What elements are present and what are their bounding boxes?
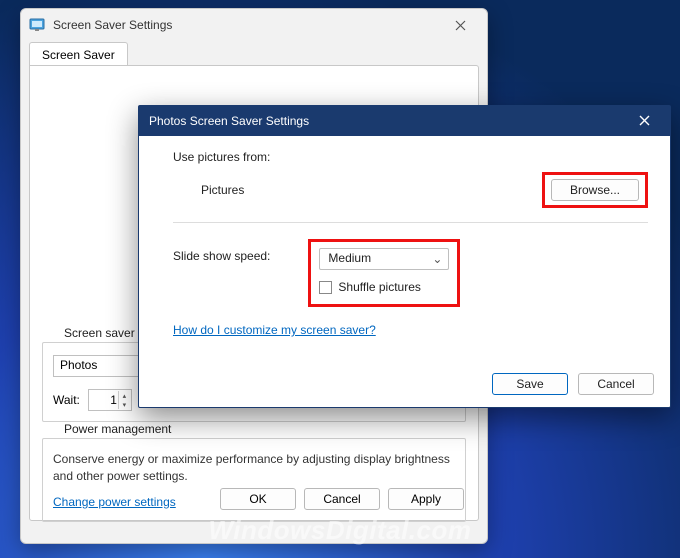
screensaver-select-value: Photos — [60, 358, 97, 372]
spinner-arrows[interactable]: ▴ ▾ — [118, 391, 130, 409]
cancel-button[interactable]: Cancel — [304, 488, 380, 510]
wait-spinner[interactable]: 1 ▴ ▾ — [88, 389, 132, 411]
slideshow-speed-label: Slide show speed: — [173, 239, 270, 263]
tab-label: Screen Saver — [42, 48, 115, 62]
shuffle-checkbox[interactable] — [319, 281, 332, 294]
tab-screen-saver[interactable]: Screen Saver — [29, 42, 128, 66]
change-power-settings-link[interactable]: Change power settings — [53, 495, 176, 509]
use-pictures-label: Use pictures from: — [173, 150, 648, 164]
ok-button[interactable]: OK — [220, 488, 296, 510]
browse-highlight: Browse... — [542, 172, 648, 208]
parent-title: Screen Saver Settings — [53, 18, 441, 32]
child-titlebar[interactable]: Photos Screen Saver Settings — [139, 106, 670, 136]
wait-value: 1 — [110, 393, 117, 407]
close-icon — [639, 115, 650, 126]
parent-button-row: OK Cancel Apply — [220, 488, 464, 510]
screensaver-group-label: Screen saver — [60, 326, 139, 340]
parent-titlebar[interactable]: Screen Saver Settings — [21, 9, 487, 41]
divider — [173, 222, 648, 223]
spinner-down-icon[interactable]: ▾ — [118, 400, 130, 409]
wait-label: Wait: — [53, 393, 80, 407]
chevron-down-icon: ⌄ — [432, 252, 442, 266]
pm-description: Conserve energy or maximize performance … — [53, 451, 455, 485]
pictures-folder-name: Pictures — [201, 183, 542, 197]
slideshow-speed-value: Medium — [328, 251, 371, 265]
speed-highlight: Medium ⌄ Shuffle pictures — [308, 239, 460, 307]
save-button[interactable]: Save — [492, 373, 568, 395]
photos-screensaver-settings-window: Photos Screen Saver Settings Use picture… — [138, 105, 671, 408]
spinner-up-icon[interactable]: ▴ — [118, 391, 130, 400]
pictures-row: Pictures Browse... — [201, 172, 648, 208]
speed-row: Slide show speed: Medium ⌄ Shuffle pictu… — [173, 239, 648, 307]
close-icon — [455, 20, 466, 31]
shuffle-row: Shuffle pictures — [319, 280, 449, 294]
pm-group-label: Power management — [60, 422, 175, 436]
child-title: Photos Screen Saver Settings — [149, 114, 628, 128]
child-close-button[interactable] — [628, 113, 660, 129]
parent-tabs: Screen Saver — [21, 41, 487, 65]
child-cancel-button[interactable]: Cancel — [578, 373, 654, 395]
customize-link[interactable]: How do I customize my screen saver? — [173, 323, 376, 337]
apply-button[interactable]: Apply — [388, 488, 464, 510]
screensaver-icon — [29, 17, 45, 33]
browse-button[interactable]: Browse... — [551, 179, 639, 201]
slideshow-speed-select[interactable]: Medium ⌄ — [319, 248, 449, 270]
child-body: Use pictures from: Pictures Browse... Sl… — [139, 136, 670, 407]
shuffle-label: Shuffle pictures — [338, 280, 421, 294]
parent-close-button[interactable] — [441, 11, 479, 39]
child-button-row: Save Cancel — [492, 373, 654, 395]
